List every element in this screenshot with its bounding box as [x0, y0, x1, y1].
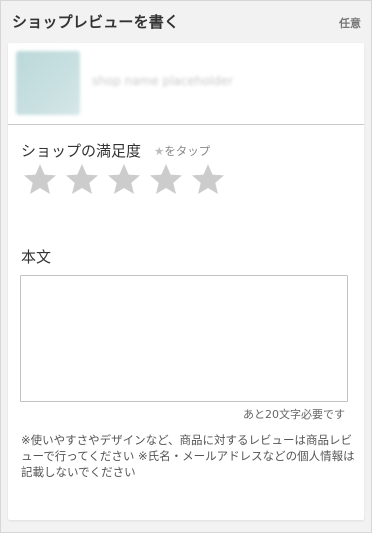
page-title: ショップレビューを書く	[12, 13, 180, 31]
review-panel: ショップレビューを書く 任意 shop name placeholder ショッ…	[0, 0, 372, 533]
rating-hint-text: をタップ	[164, 144, 211, 158]
review-body-textarea[interactable]	[20, 275, 348, 402]
star-3-icon[interactable]	[106, 162, 142, 198]
star-2-icon[interactable]	[64, 162, 100, 198]
rating-hint: ★をタップ	[154, 143, 210, 159]
review-card: shop name placeholder ショップの満足度 ★をタップ 本文 …	[8, 43, 364, 520]
star-5-icon[interactable]	[190, 162, 226, 198]
star-rating	[22, 162, 226, 202]
shop-info: shop name placeholder	[8, 43, 364, 125]
shop-name: shop name placeholder	[92, 74, 233, 88]
optional-badge: 任意	[339, 17, 361, 30]
body-label: 本文	[21, 248, 52, 266]
star-4-icon[interactable]	[148, 162, 184, 198]
star-1-icon[interactable]	[22, 162, 58, 198]
star-hint-icon: ★	[154, 144, 165, 158]
rating-title: ショップの満足度	[21, 142, 142, 160]
shop-thumbnail	[16, 51, 80, 115]
review-note: ※使いやすさやデザインなど、商品に対するレビューは商品レビューで行ってください …	[21, 433, 355, 479]
panel-header: ショップレビューを書く 任意	[1, 1, 371, 41]
char-count-status: あと20文字必要です	[243, 408, 345, 421]
